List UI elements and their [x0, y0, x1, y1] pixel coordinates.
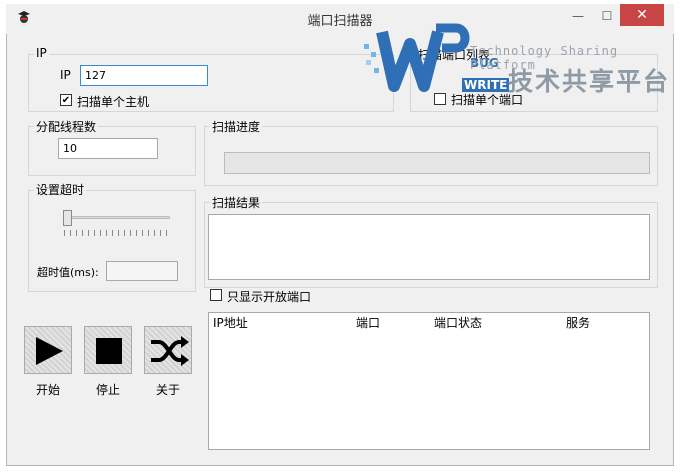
maximize-button[interactable]: ☐	[593, 6, 621, 26]
timeout-value-input[interactable]	[106, 261, 178, 281]
ip-label: IP	[60, 68, 71, 82]
stop-label: 停止	[95, 383, 120, 397]
shuffle-icon	[151, 336, 189, 366]
timeout-slider-track[interactable]	[64, 216, 170, 219]
column-ip[interactable]: IP地址	[213, 314, 248, 331]
stop-icon	[96, 338, 122, 364]
threads-title: 分配线程数	[34, 118, 99, 135]
watermark-write: WRITE	[462, 78, 510, 92]
results-title: 扫描结果	[210, 194, 263, 211]
column-port-status[interactable]: 端口状态	[434, 314, 482, 331]
watermark-cn-text: 技术共享平台	[508, 67, 671, 96]
column-service[interactable]: 服务	[566, 314, 590, 331]
start-button[interactable]	[24, 326, 72, 374]
column-port[interactable]: 端口	[356, 314, 380, 331]
close-button[interactable]: ✕	[620, 4, 664, 26]
progress-bar	[224, 152, 650, 174]
play-icon	[36, 337, 63, 365]
about-label: 关于	[155, 383, 180, 397]
threads-input[interactable]: 10	[58, 138, 158, 159]
ip-group-title: IP	[34, 46, 49, 60]
results-textbox[interactable]	[208, 214, 650, 280]
timeout-value-label: 超时值(ms):	[37, 266, 99, 279]
minimize-button[interactable]: —	[564, 6, 592, 26]
ip-input[interactable]: 127	[80, 65, 208, 86]
open-only-label: 只显示开放端口	[227, 290, 312, 304]
progress-title: 扫描进度	[210, 118, 263, 135]
single-host-checkbox[interactable]: ✔	[60, 94, 72, 106]
open-only-checkbox[interactable]	[210, 289, 222, 301]
single-host-label: 扫描单个主机	[77, 95, 150, 109]
results-table[interactable]	[208, 312, 650, 450]
timeout-title: 设置超时	[34, 181, 87, 198]
stop-button[interactable]	[84, 326, 132, 374]
timeout-slider-thumb[interactable]	[63, 210, 72, 226]
timeout-slider-ticks	[64, 230, 170, 236]
about-button[interactable]	[144, 326, 192, 374]
start-label: 开始	[35, 383, 60, 397]
